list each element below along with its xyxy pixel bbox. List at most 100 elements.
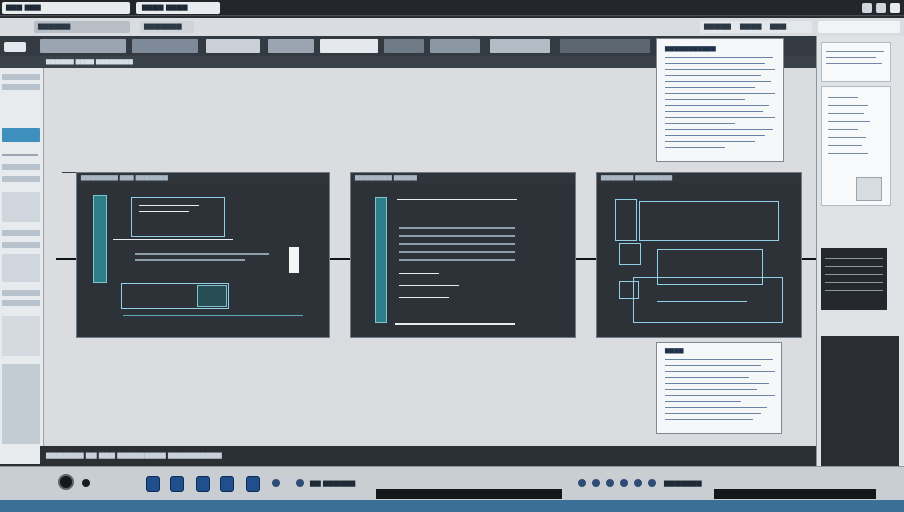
document-title-bottom: ▆▆▆▆ — [665, 347, 684, 354]
app-icon[interactable] — [634, 479, 642, 487]
text-line — [665, 419, 753, 420]
slide-1-title: ▆▆▆▆▆▆▆▆ ▆▆▆ ▆▆▆▆▆▆▆ — [81, 174, 168, 181]
text-line — [399, 273, 439, 274]
document-preview-bottom[interactable]: ▆▆▆▆ — [656, 342, 782, 434]
text-line — [825, 282, 883, 283]
text-line — [135, 253, 269, 255]
text-line — [665, 111, 763, 112]
text-line — [665, 395, 775, 396]
tool-group-9[interactable] — [560, 39, 650, 53]
text-line — [825, 274, 883, 275]
sidebar-block-4[interactable] — [2, 364, 40, 444]
tool-group-2[interactable] — [132, 39, 198, 53]
app-icon[interactable] — [578, 479, 586, 487]
document-icon[interactable] — [170, 476, 184, 492]
app-icon[interactable] — [648, 479, 656, 487]
tool-group-5[interactable] — [320, 39, 378, 53]
timeline-strip[interactable]: ▆▆▆▆▆▆▆ ▆▆ ▆▆▆ ▆▆▆▆▆▆▆▆▆ ▆▆▆▆▆▆▆▆▆▆ — [40, 446, 816, 466]
menu-label-right-1: ▆▆▆▆ — [740, 22, 762, 30]
tool-group-1[interactable] — [40, 39, 126, 53]
sidebar-item-2[interactable] — [2, 164, 40, 170]
search-icon[interactable] — [146, 476, 160, 492]
text-line — [657, 301, 747, 302]
system-bar — [0, 500, 904, 512]
right-panel — [816, 36, 904, 466]
text-line — [665, 57, 773, 58]
text-line — [665, 141, 755, 142]
text-line — [665, 365, 761, 366]
minimize-button[interactable] — [862, 3, 872, 13]
sidebar-item-7[interactable] — [2, 300, 40, 306]
left-sidebar — [0, 68, 44, 464]
secondary-track — [714, 489, 876, 499]
main-canvas[interactable]: ▆▆▆▆▆▆▆▆ ▆▆▆ ▆▆▆▆▆▆▆ ▆▆▆▆▆▆▆▆ ▆▆▆▆▆ ▆▆▆▆… — [44, 38, 816, 446]
text-line — [399, 285, 459, 286]
sidebar-block-3[interactable] — [2, 316, 40, 356]
app-icon[interactable] — [620, 479, 628, 487]
cyan-box — [639, 201, 779, 241]
sidebar-item-1[interactable] — [2, 84, 40, 90]
app-icon[interactable] — [296, 479, 304, 487]
teal-block — [197, 285, 227, 307]
cursor-icon — [289, 247, 299, 273]
sidebar-item-active[interactable] — [2, 128, 40, 142]
sidebar-block-1[interactable] — [2, 192, 40, 222]
folder-icon[interactable] — [196, 476, 210, 492]
app-icon[interactable] — [606, 479, 614, 487]
taskbar-label: ▆▆ ▆▆▆▆▆▆ — [310, 479, 356, 487]
text-line — [825, 258, 883, 259]
text-line — [826, 57, 876, 58]
tool-group-4[interactable] — [268, 39, 314, 53]
progress-track — [376, 489, 562, 499]
tool-group-8[interactable] — [490, 39, 550, 53]
window-title-left: ▆▆▆ ▆▆▆ — [6, 3, 41, 11]
text-line — [399, 243, 515, 245]
text-line — [665, 93, 775, 94]
camera-icon[interactable] — [4, 42, 26, 52]
app-icon[interactable] — [592, 479, 600, 487]
panel-card-1[interactable] — [821, 42, 891, 82]
panel-card-2[interactable] — [821, 86, 891, 206]
slide-1[interactable]: ▆▆▆▆▆▆▆▆ ▆▆▆ ▆▆▆▆▆▆▆ — [76, 172, 330, 338]
close-button[interactable] — [890, 3, 900, 13]
gear-icon[interactable] — [220, 476, 234, 492]
search-field[interactable] — [818, 21, 900, 33]
text-line — [825, 290, 883, 291]
tool-group-7[interactable] — [430, 39, 480, 53]
slide-header: ▆▆▆▆▆▆▆▆ ▆▆▆▆▆ — [351, 173, 575, 183]
sidebar-item-4[interactable] — [2, 230, 40, 236]
text-line — [828, 121, 870, 122]
sidebar-item-6[interactable] — [2, 290, 40, 296]
record-button[interactable] — [58, 474, 74, 490]
slide-header: ▆▆▆▆▆▆▆▆ ▆▆▆ ▆▆▆▆▆▆▆ — [77, 173, 329, 183]
text-line — [665, 81, 771, 82]
app-icon[interactable] — [272, 479, 280, 487]
maximize-button[interactable] — [876, 3, 886, 13]
text-line — [139, 211, 189, 212]
text-line — [665, 407, 767, 408]
panel-preview[interactable] — [821, 248, 887, 310]
tool-group-3[interactable] — [206, 39, 260, 53]
sidebar-block-2[interactable] — [2, 254, 40, 282]
document-preview-top[interactable]: ▆▆▆▆▆▆▆▆▆▆▆ — [656, 38, 784, 162]
sidebar-item-0[interactable] — [2, 74, 40, 80]
menu-label-right-2: ▆▆▆ — [770, 22, 787, 30]
text-line — [399, 259, 515, 261]
cyan-box — [633, 277, 783, 323]
text-line — [826, 51, 884, 52]
text-line — [399, 297, 449, 298]
image-icon[interactable] — [246, 476, 260, 492]
title-bar: ▆▆▆ ▆▆▆ ▆▆▆▆ ▆▆▆▆ — [0, 0, 904, 16]
sidebar-item-3[interactable] — [2, 176, 40, 182]
text-line — [123, 315, 303, 316]
record-icon[interactable] — [82, 479, 90, 487]
menu-label-0: ▆▆▆▆▆▆ — [38, 22, 71, 30]
text-line — [139, 205, 199, 206]
tool-group-6[interactable] — [384, 39, 424, 53]
panel-lower — [821, 336, 899, 466]
sidebar-item-5[interactable] — [2, 242, 40, 248]
text-line — [665, 371, 775, 372]
slide-3[interactable]: ▆▆▆▆▆▆▆ ▆▆▆▆▆▆▆▆ — [596, 172, 802, 338]
slide-2[interactable]: ▆▆▆▆▆▆▆▆ ▆▆▆▆▆ — [350, 172, 576, 338]
teal-bar — [375, 197, 387, 323]
